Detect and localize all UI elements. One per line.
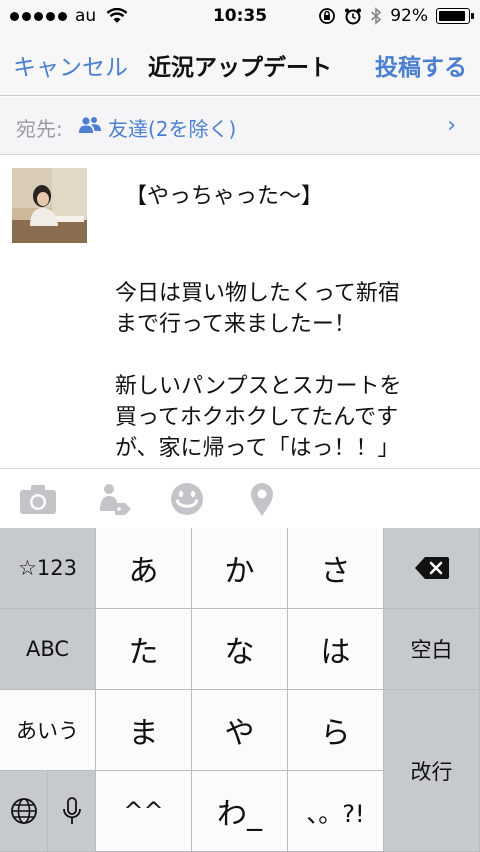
microphone-icon (62, 797, 81, 824)
battery-level (439, 11, 465, 21)
chevron-right-icon: › (447, 113, 456, 138)
key-emoticon[interactable]: ^^ (96, 771, 192, 852)
key-ka[interactable]: か (192, 528, 288, 609)
camera-icon[interactable] (18, 481, 58, 517)
status-bar: au 10:35 92% (0, 0, 480, 34)
delete-key[interactable] (384, 528, 480, 609)
space-key[interactable]: 空白 (384, 609, 480, 690)
key-ra[interactable]: ら (288, 690, 384, 771)
delete-icon (414, 557, 449, 579)
audience-selector[interactable]: 宛先: 友達(2を除く) › (0, 97, 480, 155)
key-ya[interactable]: や (192, 690, 288, 771)
audience-prefix: 宛先: (16, 117, 63, 141)
key-a[interactable]: あ (96, 528, 192, 609)
return-key[interactable]: 改行 (384, 690, 480, 852)
attachment-toolbar (0, 468, 480, 528)
key-ta[interactable]: た (96, 609, 192, 690)
nav-bar: キャンセル 近況アップデート 投稿する (0, 34, 480, 96)
friends-icon (79, 117, 101, 133)
post-body: 今日は買い物したくって新宿 まで行って来ましたー！ 新しいパンプスとスカートを … (115, 281, 402, 461)
key-punctuation[interactable]: 、。?! (288, 771, 384, 852)
status-right: 92% (318, 6, 474, 26)
abc-key[interactable]: ABC (0, 609, 96, 690)
key-na[interactable]: な (192, 609, 288, 690)
alarm-icon (345, 8, 362, 25)
location-icon[interactable] (242, 481, 282, 517)
key-ha[interactable]: は (288, 609, 384, 690)
cancel-button[interactable]: キャンセル (13, 48, 128, 82)
bluetooth-icon (371, 7, 382, 25)
feeling-icon[interactable] (167, 481, 207, 517)
post-button[interactable]: 投稿する (375, 48, 467, 82)
tag-friends-icon[interactable] (94, 481, 134, 517)
japanese-keyboard: ☆123 ABC あいう あ か さ た な は ま や ら ^^ わ_ 、。?… (0, 528, 480, 852)
key-sa[interactable]: さ (288, 528, 384, 609)
numbers-key[interactable]: ☆123 (0, 528, 96, 609)
avatar (12, 168, 87, 243)
rotation-lock-icon (319, 8, 336, 24)
key-ma[interactable]: ま (96, 690, 192, 771)
globe-key[interactable] (0, 771, 48, 852)
globe-icon (10, 798, 37, 824)
compose-area[interactable]: 【やっちゃった〜】 今日は買い物したくって新宿 まで行って来ましたー！ 新しいパ… (0, 156, 480, 468)
kana-mode-key[interactable]: あいう (0, 690, 96, 771)
post-title-line: 【やっちゃった〜】 (125, 184, 324, 209)
microphone-key[interactable] (48, 771, 96, 852)
battery-percent: 92% (390, 6, 428, 26)
audience-value: 友達(2を除く) (108, 117, 237, 141)
battery-icon (436, 8, 474, 24)
page-title: 近況アップデート (148, 55, 332, 81)
key-wa[interactable]: わ_ (192, 771, 288, 852)
